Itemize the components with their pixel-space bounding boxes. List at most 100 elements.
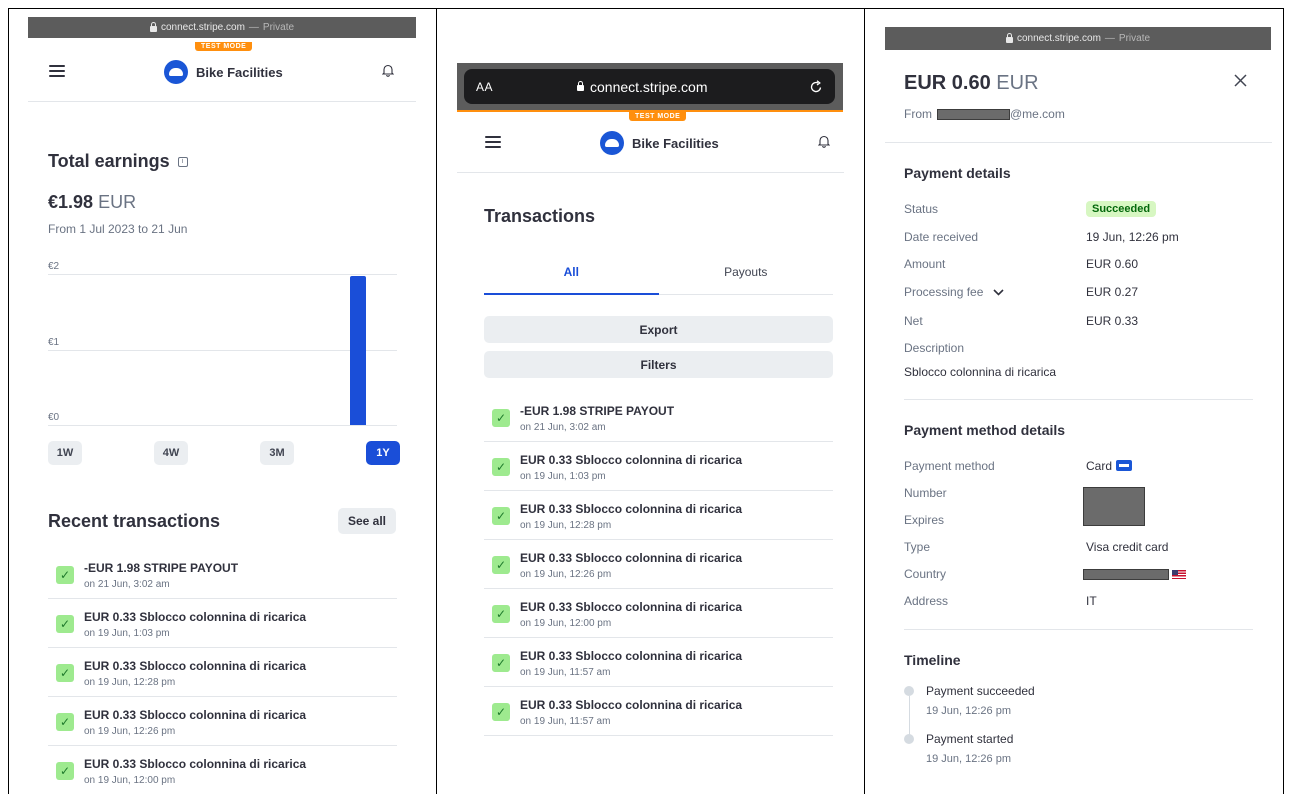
checkmark-icon: ✓ <box>56 664 74 682</box>
transaction-date: on 19 Jun, 12:28 pm <box>520 520 612 531</box>
timeline-event-date: 19 Jun, 12:26 pm <box>926 705 1012 717</box>
transaction-row[interactable]: ✓ -EUR 1.98 STRIPE PAYOUT on 21 Jun, 3:02 … <box>484 393 833 442</box>
transaction-title: EUR 0.33 Sblocco colonnina di ricarica <box>520 649 743 663</box>
see-all-button[interactable]: See all <box>338 508 396 534</box>
timeline-dot <box>904 686 914 696</box>
net-value: EUR 0.33 <box>1086 314 1139 328</box>
transaction-date: on 19 Jun, 12:26 pm <box>84 726 176 737</box>
brand[interactable]: Bike Facilities <box>164 60 283 84</box>
section-divider <box>904 629 1253 630</box>
close-icon[interactable] <box>1234 74 1247 87</box>
info-icon[interactable]: i <box>177 156 188 167</box>
redacted-email <box>937 109 1010 120</box>
header-divider <box>457 172 844 173</box>
brand[interactable]: Bike Facilities <box>600 131 719 155</box>
range-button-1y[interactable]: 1Y <box>366 441 400 465</box>
checkmark-icon: ✓ <box>56 615 74 633</box>
checkmark-icon: ✓ <box>56 713 74 731</box>
visa-card-icon <box>1116 460 1133 471</box>
transaction-title: EUR 0.33 Sblocco colonnina di ricarica <box>84 708 307 722</box>
transaction-row[interactable]: ✓ EUR 0.33 Sblocco colonnina di ricarica o… <box>48 648 397 697</box>
transaction-row[interactable]: ✓ EUR 0.33 Sblocco colonnina di ricarica o… <box>484 687 833 736</box>
bike-logo-icon <box>164 60 188 84</box>
private-label: Private <box>262 22 295 33</box>
transaction-row[interactable]: ✓ EUR 0.33 Sblocco colonnina di ricarica o… <box>484 540 833 589</box>
date-received-label: Date received <box>904 230 979 244</box>
filters-button[interactable]: Filters <box>484 351 833 378</box>
export-button[interactable]: Export <box>484 316 833 343</box>
redacted-country <box>1083 569 1169 580</box>
transaction-row[interactable]: ✓ -EUR 1.98 STRIPE PAYOUT on 21 Jun, 3:02 … <box>48 550 397 599</box>
processing-fee-toggle[interactable]: Processing fee <box>904 285 1004 299</box>
transaction-row[interactable]: ✓ EUR 0.33 Sblocco colonnina di ricarica o… <box>484 491 833 540</box>
private-label: Private <box>1118 33 1151 44</box>
transaction-row[interactable]: ✓ EUR 0.33 Sblocco colonnina di ricarica o… <box>484 638 833 687</box>
timeline-event-title: Payment succeeded <box>926 684 1035 698</box>
checkmark-icon: ✓ <box>492 703 510 721</box>
menu-icon[interactable] <box>485 136 501 148</box>
payment-currency: EUR <box>996 72 1039 94</box>
payment-method-label: Payment method <box>904 459 995 473</box>
transaction-date: on 21 Jun, 3:02 am <box>520 422 606 433</box>
browser-address-bar[interactable]: connect.stripe.com — Private <box>885 27 1271 50</box>
y-tick-label: €0 <box>48 412 60 423</box>
payment-amount-heading: EUR 0.60 EUR <box>904 72 1039 95</box>
y-tick-label: €2 <box>48 261 60 272</box>
bell-icon[interactable] <box>382 64 394 77</box>
transaction-row[interactable]: ✓ EUR 0.33 Sblocco colonnina di ricarica o… <box>484 442 833 491</box>
brand-name: Bike Facilities <box>632 135 719 151</box>
tab-all[interactable]: All <box>484 265 659 295</box>
timeline-event-date: 19 Jun, 12:26 pm <box>926 753 1012 765</box>
transaction-row[interactable]: ✓ EUR 0.33 Sblocco colonnina di ricarica o… <box>48 599 397 648</box>
net-label: Net <box>904 314 923 328</box>
reload-icon[interactable] <box>810 79 823 94</box>
checkmark-icon: ✓ <box>492 458 510 476</box>
range-button-1w[interactable]: 1W <box>48 441 82 465</box>
transaction-row[interactable]: ✓ EUR 0.33 Sblocco colonnina di ricarica o… <box>48 746 397 794</box>
transaction-date: on 21 Jun, 3:02 am <box>84 579 170 590</box>
earnings-currency: EUR <box>98 192 137 212</box>
earnings-heading: Total earnings i <box>48 151 188 172</box>
status-label: Status <box>904 202 939 216</box>
brand-name: Bike Facilities <box>196 64 283 80</box>
earnings-chart: €2 €1 €0 <box>48 261 397 428</box>
payment-method-title: Payment method details <box>904 422 1066 438</box>
browser-address-bar[interactable]: AA connect.stripe.com <box>464 69 835 104</box>
checkmark-icon: ✓ <box>56 762 74 780</box>
dashboard-panel: connect.stripe.com — Private TEST MODE B… <box>9 9 436 794</box>
chart-bar[interactable] <box>350 275 366 425</box>
processing-fee-value: EUR 0.27 <box>1086 285 1139 299</box>
chart-gridline <box>48 274 397 275</box>
private-separator: — <box>248 22 259 33</box>
checkmark-icon: ✓ <box>492 605 510 623</box>
payment-method-value: Card <box>1086 459 1133 473</box>
transaction-row[interactable]: ✓ EUR 0.33 Sblocco colonnina di ricarica o… <box>484 589 833 638</box>
payment-details-title: Payment details <box>904 165 1011 181</box>
menu-icon[interactable] <box>49 65 65 77</box>
header-divider <box>885 142 1272 143</box>
reader-options-button[interactable]: AA <box>476 80 493 94</box>
card-number-label: Number <box>904 486 947 500</box>
timeline-event-title: Payment started <box>926 732 1014 746</box>
tab-payouts[interactable]: Payouts <box>658 265 833 295</box>
payment-detail-panel: connect.stripe.com — Private EUR 0.60 EU… <box>865 9 1285 794</box>
transaction-row[interactable]: ✓ EUR 0.33 Sblocco colonnina di ricarica o… <box>48 697 397 746</box>
card-type-value: Visa credit card <box>1086 540 1169 554</box>
transaction-date: on 19 Jun, 1:03 pm <box>84 628 170 639</box>
transaction-title: EUR 0.33 Sblocco colonnina di ricarica <box>84 757 307 771</box>
amount-label: Amount <box>904 257 946 271</box>
range-button-4w[interactable]: 4W <box>154 441 188 465</box>
description-value: Sblocco colonnina di ricarica <box>904 365 1057 379</box>
bell-icon[interactable] <box>818 135 830 148</box>
earnings-total: €1.98 EUR <box>48 192 136 213</box>
transaction-date: on 19 Jun, 12:26 pm <box>520 569 612 580</box>
bike-logo-icon <box>600 131 624 155</box>
transactions-tabs: All Payouts <box>484 265 833 295</box>
range-button-3m[interactable]: 3M <box>260 441 294 465</box>
transaction-date: on 19 Jun, 1:03 pm <box>520 471 606 482</box>
payment-amount: EUR 0.60 <box>904 72 991 94</box>
earnings-date-range: From 1 Jul 2023 to 21 Jun <box>48 222 188 236</box>
checkmark-icon: ✓ <box>492 507 510 525</box>
browser-address-bar[interactable]: connect.stripe.com — Private <box>28 17 416 38</box>
from-email-domain: @me.com <box>1010 107 1065 121</box>
